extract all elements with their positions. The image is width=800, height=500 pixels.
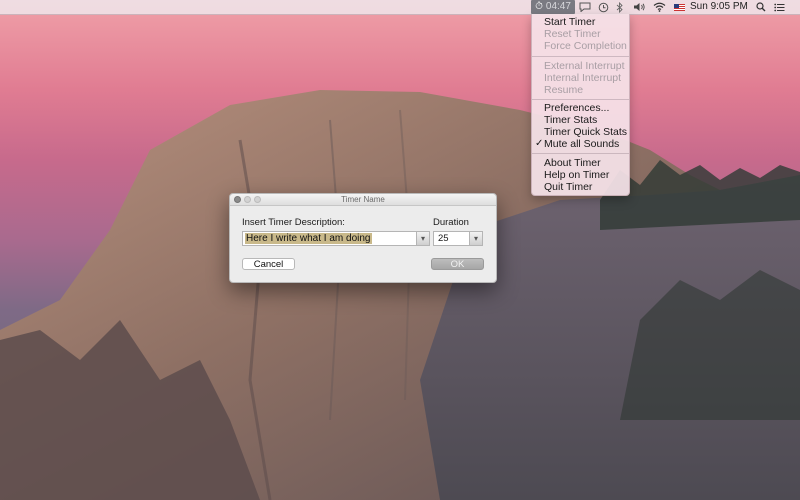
description-input[interactable]: Here I write what I am doing bbox=[245, 233, 372, 244]
menu-separator bbox=[532, 153, 629, 154]
wifi-icon[interactable] bbox=[652, 0, 666, 14]
menu-item-timer-quick-stats[interactable]: Timer Quick Stats bbox=[544, 126, 627, 138]
bluetooth-icon[interactable] bbox=[614, 0, 624, 14]
cancel-button[interactable]: Cancel bbox=[242, 258, 295, 270]
checkmark-icon: ✓ bbox=[535, 138, 544, 149]
minimize-window-button[interactable] bbox=[244, 196, 251, 203]
description-combo-box[interactable]: Here I write what I am doing ▾ bbox=[242, 231, 430, 246]
menu-item-start-timer[interactable]: Start Timer bbox=[544, 16, 595, 28]
menu-item-preferences[interactable]: Preferences... bbox=[544, 102, 609, 114]
duration-label: Duration bbox=[433, 217, 469, 228]
description-label: Insert Timer Description: bbox=[242, 217, 345, 228]
spotlight-search-icon[interactable] bbox=[754, 0, 768, 14]
menu-separator bbox=[532, 99, 629, 100]
notification-center-icon[interactable] bbox=[772, 0, 786, 14]
menu-item-force-completion[interactable]: Force Completion bbox=[544, 40, 627, 52]
menu-item-resume[interactable]: Resume bbox=[544, 84, 583, 96]
menu-bar: ⏱ 04:47 Sun 9:05 PM bbox=[0, 0, 800, 15]
timer-name-dialog: Timer Name Insert Timer Description: Dur… bbox=[229, 193, 497, 283]
duration-popup[interactable]: 25 ▾ bbox=[433, 231, 483, 246]
volume-icon[interactable] bbox=[632, 0, 646, 14]
menu-item-help-on-timer[interactable]: Help on Timer bbox=[544, 169, 609, 181]
menu-item-about-timer[interactable]: About Timer bbox=[544, 157, 601, 169]
menu-separator bbox=[532, 56, 629, 57]
us-flag-icon[interactable] bbox=[672, 0, 686, 14]
menu-item-external-interrupt[interactable]: External Interrupt bbox=[544, 60, 625, 72]
time-machine-icon[interactable] bbox=[596, 0, 610, 14]
chevron-down-icon[interactable]: ▾ bbox=[416, 232, 429, 245]
chat-bubble-icon[interactable] bbox=[578, 0, 592, 14]
dialog-title: Timer Name bbox=[341, 195, 385, 204]
ok-button[interactable]: OK bbox=[431, 258, 484, 270]
dialog-titlebar[interactable]: Timer Name bbox=[230, 194, 496, 206]
close-window-button[interactable] bbox=[234, 196, 241, 203]
menu-item-quit-timer[interactable]: Quit Timer bbox=[544, 181, 592, 193]
timer-status-item[interactable]: ⏱ 04:47 bbox=[531, 0, 575, 14]
menu-item-mute-all-sounds[interactable]: Mute all Sounds bbox=[544, 138, 619, 150]
chevron-down-icon[interactable]: ▾ bbox=[469, 232, 482, 245]
stopwatch-icon: ⏱ bbox=[535, 1, 543, 12]
timer-dropdown-menu: Start Timer Reset Timer Force Completion… bbox=[531, 14, 630, 196]
menu-item-reset-timer[interactable]: Reset Timer bbox=[544, 28, 601, 40]
menu-item-internal-interrupt[interactable]: Internal Interrupt bbox=[544, 72, 621, 84]
timer-time: 04:47 bbox=[545, 1, 571, 12]
zoom-window-button[interactable] bbox=[254, 196, 261, 203]
menu-item-timer-stats[interactable]: Timer Stats bbox=[544, 114, 597, 126]
duration-value: 25 bbox=[438, 233, 449, 244]
